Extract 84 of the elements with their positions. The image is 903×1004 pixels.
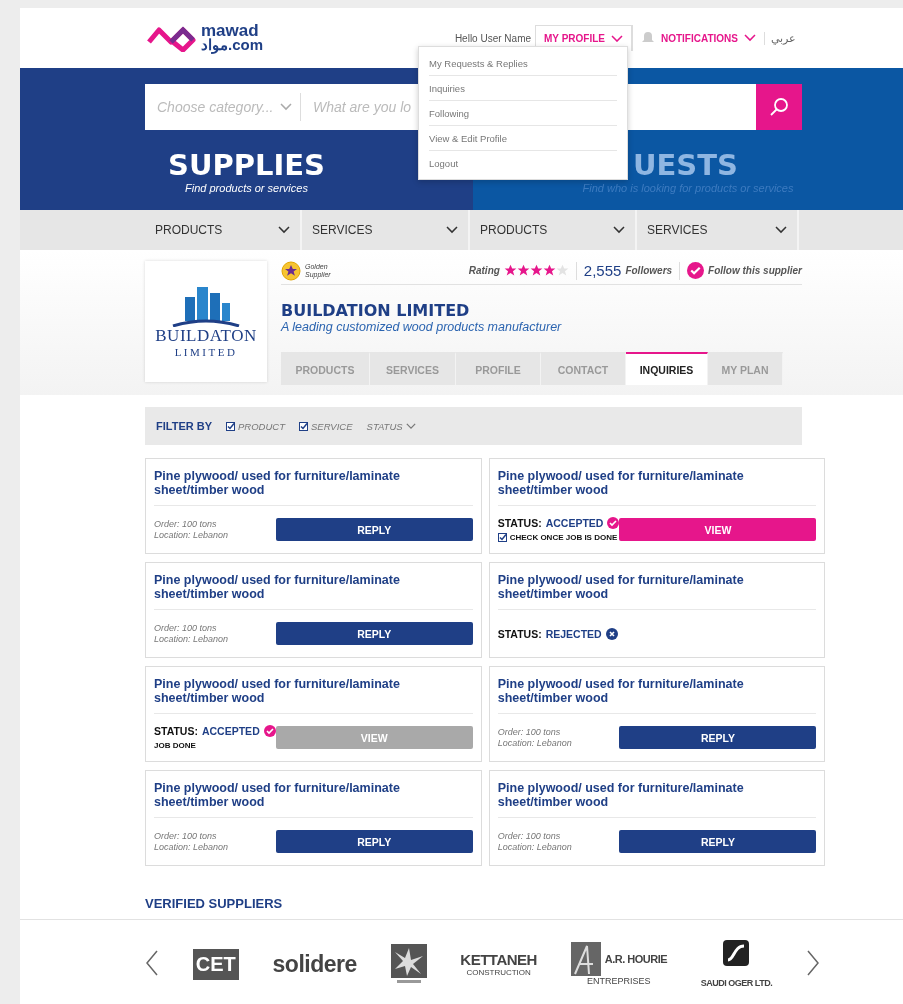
location-text: Location: Lebanon xyxy=(497,841,572,853)
status-label: STATUS: xyxy=(497,517,542,529)
inquiry-title[interactable]: Pine plywood/ used for furniture/laminate sheet/timber wood xyxy=(154,677,473,714)
location-text: Location: Lebanon xyxy=(497,737,572,749)
logo-text: BUILDATON xyxy=(155,327,257,346)
status-label: STATUS: xyxy=(497,627,542,640)
status-value: ACCEPTED xyxy=(201,725,260,737)
star-badge-icon xyxy=(281,260,301,281)
supplier-logo[interactable]: solidere xyxy=(272,950,357,978)
checkbox-label: SERVICE xyxy=(311,420,353,432)
chevron-down-icon xyxy=(744,34,756,42)
search-icon xyxy=(769,97,789,117)
reply-button[interactable]: REPLY xyxy=(619,726,817,749)
order-text: Order: 100 tons xyxy=(154,622,218,634)
reply-button[interactable]: REPLY xyxy=(275,622,473,645)
logo-text: mawad xyxy=(201,24,259,38)
logo-text: LIMITED xyxy=(174,345,238,358)
status-value: REJECTED xyxy=(545,627,602,640)
checked-checkbox-icon[interactable] xyxy=(226,421,235,431)
order-text: Order: 100 tons xyxy=(497,726,562,738)
buildings-icon xyxy=(171,285,241,328)
logo-text: مواد.com xyxy=(201,38,263,52)
emblem-logo-icon[interactable] xyxy=(390,944,427,984)
checkbox-label: CHECK ONCE JOB IS DONE xyxy=(509,533,618,542)
chevron-down-icon xyxy=(278,226,290,234)
status-dropdown[interactable]: STATUS xyxy=(366,420,416,432)
check-circle-icon xyxy=(607,517,620,529)
inquiry-title[interactable]: Pine plywood/ used for furniture/laminate sheet/timber wood xyxy=(154,469,473,506)
supplier-logo[interactable]: A.R. HOURIE ENTREPRISES xyxy=(570,942,668,986)
hero-title: SUPPLIES xyxy=(168,148,325,182)
bell-icon xyxy=(640,31,655,45)
supplier-logo[interactable]: SAUDI OGER LTD. xyxy=(700,940,773,988)
order-text: Order: 100 tons xyxy=(154,830,218,842)
supplier-tagline: A leading customized wood products manufacturer xyxy=(281,320,563,334)
job-done-text: JOB DONE xyxy=(154,741,196,750)
inquiry-title[interactable]: Pine plywood/ used for furniture/laminate sheet/timber wood xyxy=(497,677,817,714)
menu-item[interactable]: Inquiries xyxy=(429,76,617,101)
status-label: STATUS: xyxy=(154,725,198,737)
chevron-down-icon xyxy=(280,103,292,111)
filter-label: FILTER BY xyxy=(156,420,212,432)
inquiry-title[interactable]: Pine plywood/ used for furniture/laminate sheet/timber wood xyxy=(497,573,817,610)
hero-title: UESTS xyxy=(633,148,738,182)
status-value: ACCEPTED xyxy=(545,517,604,529)
rating-label: Rating xyxy=(468,265,500,276)
chevron-down-icon xyxy=(613,226,625,234)
checked-checkbox-icon[interactable] xyxy=(497,533,507,542)
check-circle-icon xyxy=(263,725,276,737)
menu-item[interactable]: Following xyxy=(429,101,617,126)
reply-button[interactable]: REPLY xyxy=(619,830,817,853)
inquiry-title[interactable]: Pine plywood/ used for furniture/laminate sheet/timber wood xyxy=(497,781,817,818)
check-circle-icon xyxy=(687,262,705,279)
menu-item[interactable]: My Requests & Replies xyxy=(429,51,617,76)
checked-checkbox-icon[interactable] xyxy=(299,421,308,431)
location-text: Location: Lebanon xyxy=(154,529,229,541)
x-circle-icon xyxy=(605,627,618,640)
followers-count: 2,555 xyxy=(583,262,622,279)
inquiry-title[interactable]: Pine plywood/ used for furniture/laminate sheet/timber wood xyxy=(154,573,473,610)
order-text: Order: 100 tons xyxy=(497,830,562,842)
followers-label: Followers xyxy=(625,265,673,276)
language-link[interactable]: عربي xyxy=(764,31,802,45)
supplier-logo[interactable]: CET xyxy=(192,948,239,980)
inquiry-title[interactable]: Pine plywood/ used for furniture/laminate sheet/timber wood xyxy=(497,469,817,506)
chevron-down-icon xyxy=(446,226,458,234)
location-text: Location: Lebanon xyxy=(154,633,229,645)
chevron-down-icon xyxy=(610,34,623,43)
section-title: VERIFIED SUPPLIERS xyxy=(145,896,284,913)
supplier-logo[interactable]: KETTANEH CONSTRUCTION xyxy=(460,951,537,977)
supplier-name: BUILDATION LIMITED xyxy=(281,301,471,320)
tab[interactable]: INQUIRIES xyxy=(626,352,708,385)
view-button[interactable]: VIEW xyxy=(619,518,817,541)
chevron-down-icon xyxy=(405,423,416,429)
search-button[interactable] xyxy=(756,84,802,130)
checkbox-label: PRODUCT xyxy=(238,420,285,432)
logo-icon xyxy=(145,24,197,52)
hero-subtitle: Find products or services xyxy=(185,182,308,194)
follow-button[interactable]: Follow this supplier xyxy=(687,262,802,279)
order-text: Order: 100 tons xyxy=(154,518,218,530)
menu-item[interactable]: View & Edit Profile xyxy=(429,126,617,151)
chevron-down-icon xyxy=(775,226,787,234)
reply-button[interactable]: REPLY xyxy=(275,830,473,853)
greeting-text: Hello User Name xyxy=(453,32,533,44)
inquiry-title[interactable]: Pine plywood/ used for furniture/laminate sheet/timber wood xyxy=(154,781,473,818)
location-text: Location: Lebanon xyxy=(154,841,229,853)
reply-button[interactable]: REPLY xyxy=(275,518,473,541)
